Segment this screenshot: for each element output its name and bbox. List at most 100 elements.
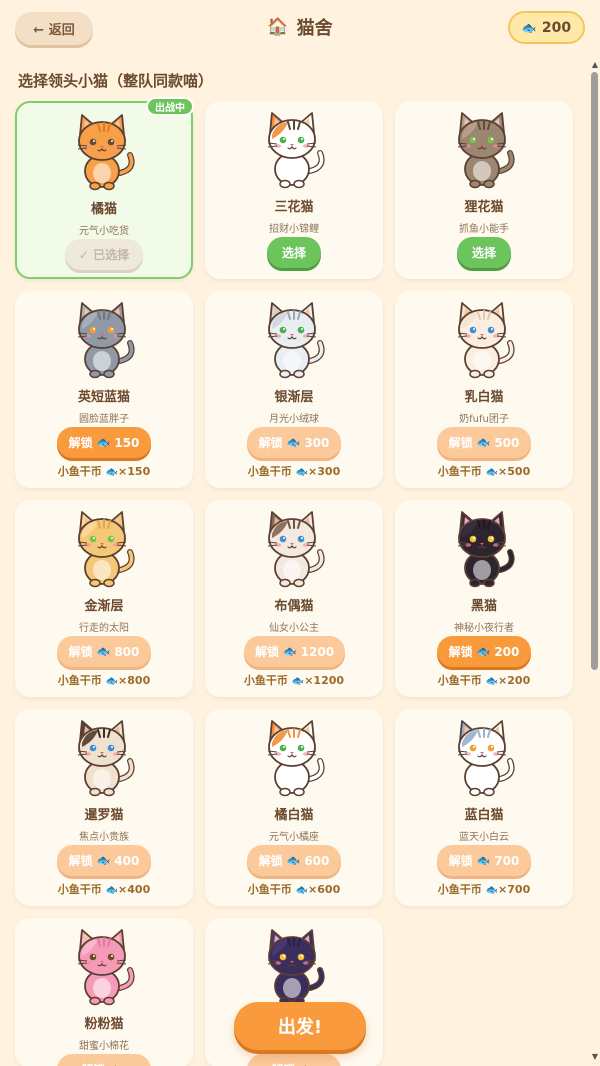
cat-name: 英短蓝猫 [77,390,130,405]
cat-avatar-icon [448,299,520,379]
price-label: 小鱼干币 🐟×400 [15,881,193,897]
cat-avatar-icon [68,717,140,797]
fish-icon: 🐟 [291,676,305,687]
cat-avatar-icon [68,508,140,588]
cat-name: 金渐层 [84,599,124,614]
price-amount: ×800 [118,674,151,687]
price-currency-label: 小鱼干币 [437,465,486,478]
choose-button[interactable]: 选择 [457,237,511,268]
price-currency-label: 小鱼干币 [57,883,106,896]
cat-description: 行走的太阳 [79,623,129,634]
price-currency-label: 小鱼干币 [247,883,296,896]
cat-avatar-icon [448,717,520,797]
fish-icon: 🐟 [485,676,499,687]
cat-name: 黑猫 [470,599,497,614]
cat-description: 蓝天小白云 [459,832,509,843]
fish-icon: 🐟 [105,676,119,687]
unlock-button[interactable]: 解锁🐟 [247,1054,341,1066]
price-label: 小鱼干币 🐟×150 [15,463,193,479]
cat-name: 粉粉猫 [84,1017,124,1032]
selected-button[interactable]: ✓ 已选择 [65,239,143,270]
cat-description: 招财小锦鲤 [269,224,319,235]
price-currency-label: 小鱼干币 [247,465,296,478]
cat-avatar-icon [448,109,520,189]
unlock-price: 300 [304,435,330,450]
cat-card[interactable]: 出战中 橘猫 元气小吃货 ✓ 已选择 [15,97,194,279]
price-currency-label: 小鱼干币 [243,674,292,687]
price-currency-label: 小鱼干币 [437,883,486,896]
scroll-thumb[interactable] [591,72,598,670]
cat-card[interactable]: 黑猫 神秘小夜行者 解锁 🐟 200 小鱼干币 🐟×200 [395,500,573,697]
cat-card[interactable]: 橘白猫 元气小橘座 解锁 🐟 600 小鱼干币 🐟×600 [205,709,383,906]
unlock-price: 400 [114,853,140,868]
cat-avatar-icon [258,717,330,797]
unlock-price: 500 [494,435,520,450]
unlock-button[interactable]: 解锁 🐟 1200 [244,636,345,667]
unlock-button[interactable]: 解锁🐟 [57,1054,151,1066]
unlock-price: 200 [494,644,520,659]
cat-name: 乳白猫 [464,390,504,405]
cat-card[interactable]: 布偶猫 仙女小公主 解锁 🐟 1200 小鱼干币 🐟×1200 [205,500,383,697]
fish-icon: 🐟 [96,645,111,658]
price-amount: ×200 [498,674,531,687]
cat-card[interactable]: 金渐层行走的太阳解锁 🐟 800 小鱼干币 🐟×800 [15,500,193,697]
unlock-button[interactable]: 解锁 🐟 300 [247,427,341,458]
unlock-label: 解锁 [448,854,473,868]
cat-avatar-icon [258,299,330,379]
cat-name: 狸花猫 [464,200,504,215]
unlock-label: 解锁 [81,1061,105,1066]
cat-name: 蓝白猫 [464,808,504,823]
unlock-button[interactable]: 解锁 🐟 400 [57,845,151,876]
fish-icon: 🐟 [485,467,499,478]
cat-avatar-icon [448,508,520,588]
cat-name: 布偶猫 [274,599,314,614]
cat-card[interactable]: 狸花猫 抓鱼小能手 选择 [395,101,573,279]
price-currency-label: 小鱼干币 [437,674,486,687]
unlock-button[interactable]: 解锁 🐟 150 [57,427,151,458]
cat-card[interactable]: 粉粉猫甜蜜小棉花解锁🐟 [15,918,193,1066]
price-currency-label: 小鱼干币 [57,465,106,478]
price-label: 小鱼干币 🐟×700 [395,881,573,897]
cat-description: 圆脸蓝胖子 [79,414,129,425]
unlock-label: 解锁 [68,436,93,450]
price-amount: ×700 [498,883,531,896]
unlock-price: 1200 [300,644,335,659]
cat-name: 橘猫 [90,202,117,217]
unlock-button[interactable]: 解锁 🐟 700 [437,845,531,876]
cat-name: 橘白猫 [274,808,314,823]
fish-icon: 🐟 [96,854,111,867]
unlock-label: 解锁 [68,854,93,868]
scroll-down-arrow-icon[interactable]: ▼ [590,1052,600,1061]
price-label: 小鱼干币 🐟×1200 [205,672,383,688]
price-label: 小鱼干币 🐟×500 [395,463,573,479]
unlock-button[interactable]: 解锁 🐟 200 [437,636,531,667]
scroll-up-arrow-icon[interactable]: ▲ [590,60,600,69]
cat-card[interactable]: 英短蓝猫圆脸蓝胖子解锁 🐟 150 小鱼干币 🐟×150 [15,291,193,488]
cat-name: 暹罗猫 [84,808,124,823]
cat-description: 奶fufu团子 [459,414,509,425]
price-label: 小鱼干币 🐟×300 [205,463,383,479]
unlock-button[interactable]: 解锁 🐟 600 [247,845,341,876]
fish-icon: 🐟 [105,885,119,896]
fish-icon: 🐟 [476,854,491,867]
fish-icon: 🐟 [286,854,301,867]
cat-card[interactable]: 三花猫 招财小锦鲤 选择 [205,101,383,279]
cat-card[interactable]: 暹罗猫 焦点小贵族 解锁 🐟 400 小鱼干币 🐟×400 [15,709,193,906]
cat-description: 仙女小公主 [269,623,319,634]
choose-button[interactable]: 选择 [267,237,321,268]
fish-icon: 🐟 [476,436,491,449]
cat-avatar-icon [68,299,140,379]
cat-card[interactable]: 乳白猫奶fufu团子解锁 🐟 500 小鱼干币 🐟×500 [395,291,573,488]
unlock-price: 600 [304,853,330,868]
unlock-label: 解锁 [254,645,279,659]
cat-description: 元气小吃货 [79,226,129,237]
cat-card[interactable]: 银渐层 月光小绒球 解锁 🐟 300 小鱼干币 🐟×300 [205,291,383,488]
unlock-button[interactable]: 解锁 🐟 500 [437,427,531,458]
scrollbar[interactable]: ▲ ▼ [589,60,600,1066]
price-label: 小鱼干币 🐟×800 [15,672,193,688]
cat-card[interactable]: 蓝白猫 蓝天小白云 解锁 🐟 700 小鱼干币 🐟×700 [395,709,573,906]
go-button[interactable]: 出发! [234,1002,366,1050]
price-amount: ×400 [118,883,151,896]
unlock-button[interactable]: 解锁 🐟 800 [57,636,151,667]
unlock-price: 800 [114,644,140,659]
